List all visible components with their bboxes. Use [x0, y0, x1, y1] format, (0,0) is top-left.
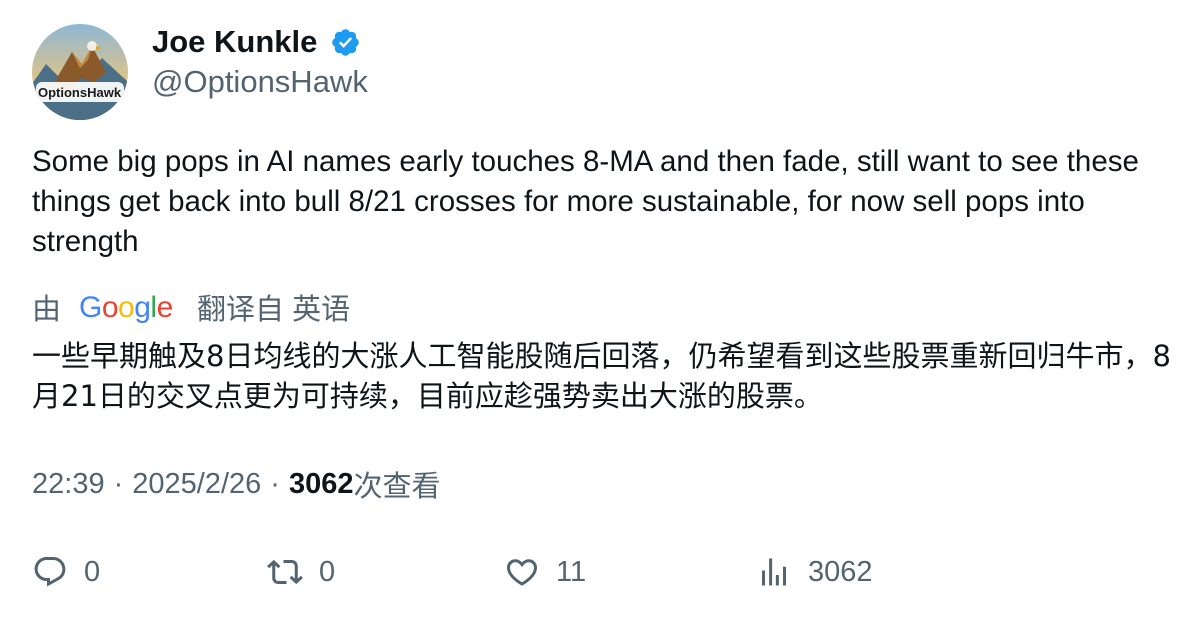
tweet-meta: 22:39 · 2025/2/26 · 3062 次查看 — [32, 464, 440, 504]
views-count: 3062 — [288, 467, 354, 500]
views-label: 次查看 — [353, 471, 441, 503]
like-count: 11 — [556, 555, 587, 588]
google-logo-icon: Google — [79, 291, 173, 324]
like-button[interactable]: 11 — [504, 552, 586, 592]
meta-separator: · — [270, 467, 280, 500]
avatar[interactable]: OptionsHawk — [32, 24, 128, 120]
translated-text: 一些早期触及8日均线的大涨人工智能股随后回落，仍希望看到这些股票重新回归牛市，8… — [32, 339, 1171, 413]
svg-text:Google: Google — [79, 291, 173, 324]
reply-icon — [34, 557, 66, 587]
author-name[interactable]: Joe Kunkle — [152, 22, 317, 62]
avatar-image: OptionsHawk — [32, 24, 128, 120]
translation-by-label: 由 — [32, 294, 62, 326]
analytics-icon — [762, 558, 786, 586]
tweet-time[interactable]: 22:39 — [32, 468, 105, 501]
translation-header: 由 Google 翻译自 英语 — [32, 287, 350, 327]
meta-separator: · — [113, 467, 124, 500]
action-bar: 0 0 11 3062 — [32, 552, 1172, 592]
heart-icon — [506, 559, 538, 586]
tweet-text: Some big pops in AI names early touches … — [32, 145, 1139, 258]
views-action-count: 3062 — [808, 555, 873, 588]
reply-button[interactable]: 0 — [32, 552, 100, 592]
reply-count: 0 — [84, 555, 101, 588]
views-button[interactable]: 3062 — [756, 552, 873, 592]
avatar-logo-text: OptionsHawk — [38, 85, 122, 100]
retweet-button[interactable]: 0 — [267, 552, 335, 592]
translation-source-label[interactable]: 翻译自 英语 — [197, 286, 350, 328]
verified-badge-icon[interactable] — [330, 27, 361, 58]
retweet-icon — [267, 559, 303, 585]
tweet-date[interactable]: 2025/2/26 — [132, 468, 261, 501]
retweet-count: 0 — [319, 555, 336, 588]
author-handle[interactable]: @OptionsHawk — [152, 62, 368, 102]
